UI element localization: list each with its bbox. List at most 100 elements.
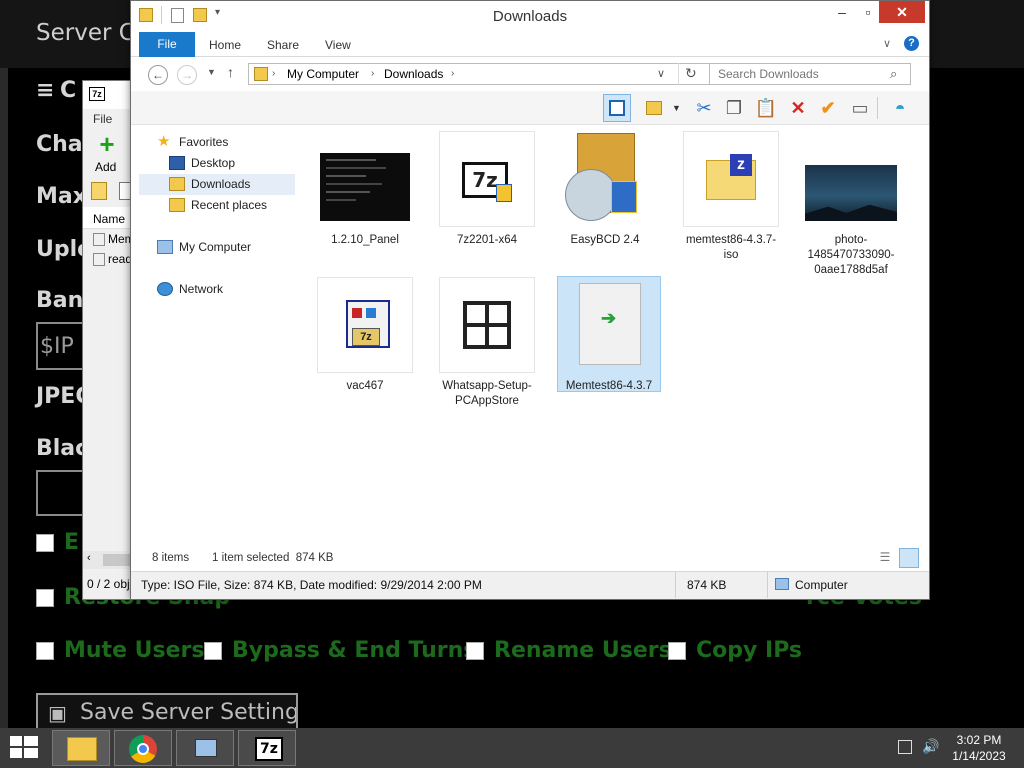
breadcrumb-sep-icon: › <box>371 68 375 79</box>
checkbox-rename-users[interactable]: Rename Users <box>466 638 672 663</box>
tab-file[interactable]: File <box>139 32 195 57</box>
explorer-window: ▾ Downloads – ▫ ✕ File Home Share View ∨… <box>130 0 930 600</box>
details-view-icon[interactable]: ☰ <box>877 550 893 566</box>
search-input[interactable]: Search Downloads ⌕ <box>709 63 911 85</box>
file-item-selected[interactable]: ➔ Memtest86-4.3.7 <box>557 276 661 392</box>
file-explorer-taskbar-button[interactable] <box>52 730 110 766</box>
back-button[interactable]: ← <box>148 65 168 85</box>
network-tray-icon[interactable] <box>898 740 912 754</box>
up-arrow-icon[interactable]: ↑ <box>227 64 234 80</box>
file-name: Whatsapp-Setup-PCAppStore <box>442 380 532 407</box>
7zip-taskbar-button[interactable]: 7z <box>238 730 296 766</box>
file-item[interactable]: 7z vac467 <box>313 277 417 394</box>
list-item[interactable]: read <box>93 252 132 267</box>
7zip-menu-file[interactable]: File <box>93 112 112 126</box>
left-border <box>0 68 8 728</box>
tab-view[interactable]: View <box>311 35 365 57</box>
computer-taskbar-button[interactable] <box>176 730 234 766</box>
checkbox[interactable] <box>466 641 484 660</box>
7zip-icon: 7z <box>255 737 283 761</box>
computer-icon <box>157 240 173 254</box>
menu-heading: ≡ C <box>36 78 77 103</box>
network-icon <box>157 282 173 296</box>
search-icon[interactable]: ⌕ <box>890 66 897 82</box>
cut-icon[interactable]: ✂ <box>691 95 717 121</box>
file-explorer-icon <box>67 737 97 761</box>
nav-my-computer[interactable]: My Computer <box>157 237 251 257</box>
delete-icon[interactable]: ✕ <box>785 95 811 121</box>
hamburger-icon: ≡ <box>36 78 55 103</box>
iso-file-icon: ➔ <box>561 277 657 373</box>
forward-button[interactable]: → <box>177 65 197 85</box>
volume-icon[interactable]: 🔊 <box>922 738 939 755</box>
selection-info: 1 item selected 874 KB <box>212 552 334 564</box>
file-item[interactable]: 7z 7z2201-x64 <box>435 131 539 248</box>
chevron-down-icon[interactable]: ∨ <box>657 67 665 80</box>
taskbar: 7z 🔊 3:02 PM 1/14/2023 <box>0 728 1024 768</box>
7zip-installer-icon: 7z <box>439 131 535 227</box>
paste-icon[interactable]: 📋 <box>753 95 779 121</box>
details-bar: Type: ISO File, Size: 874 KB, Date modif… <box>131 571 929 599</box>
select-folder-icon[interactable] <box>641 95 667 121</box>
clock[interactable]: 3:02 PM 1/14/2023 <box>950 732 1008 764</box>
star-icon: ★ <box>157 133 171 150</box>
tab-home[interactable]: Home <box>195 35 255 57</box>
nav-favorites[interactable]: ★ Favorites <box>157 132 228 152</box>
file-item[interactable]: z memtest86-4.3.7-iso <box>679 131 783 263</box>
save-icon: ▣ <box>48 701 67 725</box>
zip-folder-icon: z <box>683 131 779 227</box>
save-server-settings-button[interactable]: ▣ Save Server Settings <box>36 693 298 733</box>
list-item[interactable]: Mem <box>93 232 135 247</box>
breadcrumb-sep-icon: › <box>451 68 455 79</box>
file-item[interactable]: photo-1485470733090-0aae1788d5af <box>799 131 903 278</box>
nav-desktop[interactable]: Desktop <box>169 153 235 173</box>
nav-downloads[interactable]: Downloads <box>169 174 250 194</box>
check-icon[interactable]: ✔ <box>815 95 841 121</box>
chrome-taskbar-button[interactable] <box>114 730 172 766</box>
folder-up-icon[interactable] <box>91 182 107 200</box>
file-item[interactable]: EasyBCD 2.4 <box>553 131 657 248</box>
file-item[interactable]: 1.2.10_Panel <box>313 131 417 248</box>
checkbox[interactable] <box>204 641 222 660</box>
tab-share[interactable]: Share <box>253 35 313 57</box>
checkbox[interactable] <box>36 588 54 607</box>
titlebar[interactable]: ▾ Downloads – ▫ ✕ <box>131 1 929 31</box>
expand-ribbon-icon[interactable]: ∨ <box>883 37 891 50</box>
toolbar: ▼ ✂ ❐ 📋 ✕ ✔ ▭ ◓ <box>131 91 929 125</box>
computer-icon <box>775 578 789 590</box>
file-details: Type: ISO File, Size: 874 KB, Date modif… <box>141 578 482 592</box>
checkbox[interactable] <box>36 533 54 552</box>
address-bar[interactable]: › My Computer › Downloads › ∨ ↻ <box>248 63 710 85</box>
file-item[interactable]: Whatsapp-Setup-PCAppStore <box>435 277 539 409</box>
refresh-icon[interactable]: ↻ <box>685 65 697 82</box>
shell-icon[interactable]: ◓ <box>887 95 913 121</box>
rename-icon[interactable]: ▭ <box>847 95 873 121</box>
nav-recent-places[interactable]: Recent places <box>169 195 267 215</box>
preview-pane-icon[interactable] <box>603 94 631 122</box>
checkbox-mute-users[interactable]: Mute Users <box>36 638 204 663</box>
checkbox-row-1[interactable]: E <box>36 530 79 555</box>
scroll-left-icon[interactable]: ‹ <box>87 552 91 564</box>
add-icon[interactable]: + <box>95 131 119 157</box>
window-title: Downloads <box>492 8 568 25</box>
breadcrumb-my-computer[interactable]: My Computer <box>287 67 359 81</box>
checkbox-bypass-end-turns[interactable]: Bypass & End Turns <box>204 638 476 663</box>
file-name: EasyBCD 2.4 <box>570 234 640 246</box>
breadcrumb-sep-icon: › <box>272 68 276 79</box>
desktop-icon <box>169 156 185 170</box>
large-icons-view-icon[interactable] <box>899 548 919 568</box>
breadcrumb-downloads[interactable]: Downloads <box>384 67 443 81</box>
checkbox[interactable] <box>668 641 686 660</box>
recent-places-icon <box>169 198 185 212</box>
7zip-icon: 7z <box>89 87 105 101</box>
close-button[interactable]: ✕ <box>879 1 925 23</box>
photo-thumbnail <box>803 131 899 227</box>
checkbox-copy-ips[interactable]: Copy IPs <box>668 638 802 663</box>
windows-start-icon[interactable] <box>10 736 38 760</box>
checkbox[interactable] <box>36 641 54 660</box>
nav-network[interactable]: Network <box>157 279 223 299</box>
chevron-down-icon[interactable]: ▼ <box>672 103 681 113</box>
recent-locations-icon[interactable]: ▼ <box>207 67 216 77</box>
copy-icon[interactable]: ❐ <box>721 95 747 121</box>
help-icon[interactable]: ? <box>904 36 919 51</box>
